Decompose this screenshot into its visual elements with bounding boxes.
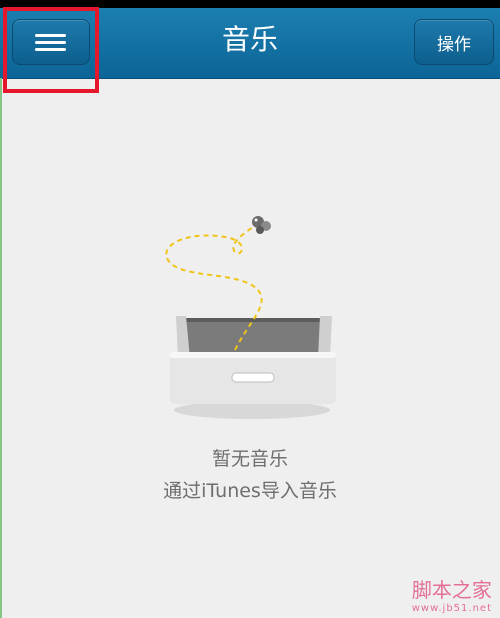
left-edge-line	[0, 78, 2, 618]
empty-state-title: 暂无音乐	[211, 448, 288, 470]
empty-drawer-icon	[165, 216, 336, 419]
action-button[interactable]: 操作	[414, 19, 494, 65]
watermark-main-text: 脚本之家	[411, 578, 492, 602]
watermark: 脚本之家 www.jb51.net	[412, 574, 492, 614]
menu-highlight-box	[3, 7, 99, 93]
empty-state-subtitle: 通过iTunes导入音乐	[163, 480, 337, 502]
watermark-url: www.jb51.net	[411, 603, 492, 614]
